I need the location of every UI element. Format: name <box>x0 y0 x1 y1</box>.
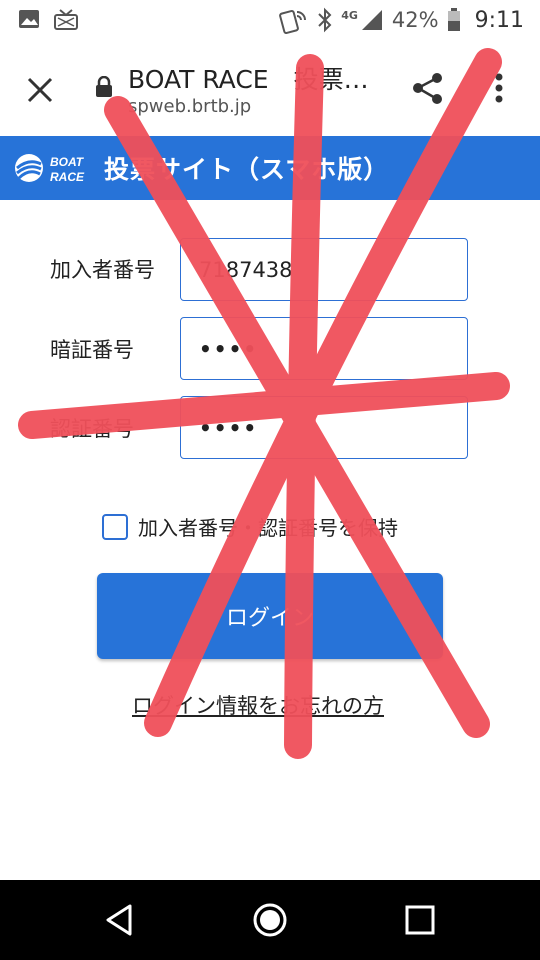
status-bar: 4G 42% 9:11 <box>0 0 540 42</box>
home-icon[interactable] <box>250 900 290 940</box>
image-icon <box>19 10 39 28</box>
logo-text-boat: BOAT <box>50 155 85 169</box>
share-icon[interactable] <box>410 70 446 106</box>
pin-value: •••• <box>199 336 259 361</box>
tv-icon <box>54 9 78 30</box>
lock-icon <box>96 76 112 97</box>
auth-number-label: 認証番号 <box>50 417 134 441</box>
site-header: BOAT RACE 投票サイト（スマホ版） <box>0 136 540 200</box>
site-title: 投票サイト（スマホ版） <box>104 155 390 184</box>
signal-icon <box>361 10 382 30</box>
boat-race-logo[interactable]: BOAT RACE <box>14 150 88 186</box>
pin-input[interactable]: •••• <box>180 317 468 380</box>
page-title: BOAT RACE 投票… <box>128 65 369 94</box>
battery-icon <box>447 8 460 31</box>
nfc-icon <box>279 9 307 34</box>
system-nav-bar <box>0 880 540 960</box>
logo-text-race: RACE <box>50 170 85 184</box>
battery-percent: 42% <box>391 8 439 32</box>
auth-number-input[interactable]: •••• <box>180 396 468 459</box>
bluetooth-icon <box>318 7 332 33</box>
member-number-value: 7187438 <box>199 257 293 282</box>
remember-checkbox[interactable] <box>102 513 128 540</box>
network-type: 4G <box>341 8 358 22</box>
page-url[interactable]: spweb.brtb.jp <box>128 96 251 117</box>
browser-toolbar: BOAT RACE 投票… spweb.brtb.jp <box>0 42 540 134</box>
remember-label: 加入者番号・認証番号を保持 <box>138 516 398 540</box>
forgot-login-link[interactable]: ログイン情報をお忘れの方 <box>132 690 384 720</box>
close-icon[interactable] <box>22 72 58 108</box>
member-number-label: 加入者番号 <box>50 258 155 282</box>
auth-number-value: •••• <box>199 415 259 440</box>
recent-apps-icon[interactable] <box>400 900 440 940</box>
more-icon[interactable] <box>484 70 514 106</box>
login-button[interactable]: ログイン <box>97 573 443 659</box>
remember-option[interactable]: 加入者番号・認証番号を保持 <box>102 512 398 541</box>
back-icon[interactable] <box>100 900 140 940</box>
member-number-input[interactable]: 7187438 <box>180 238 468 301</box>
pin-label: 暗証番号 <box>50 338 134 362</box>
clock: 9:11 <box>474 7 524 33</box>
